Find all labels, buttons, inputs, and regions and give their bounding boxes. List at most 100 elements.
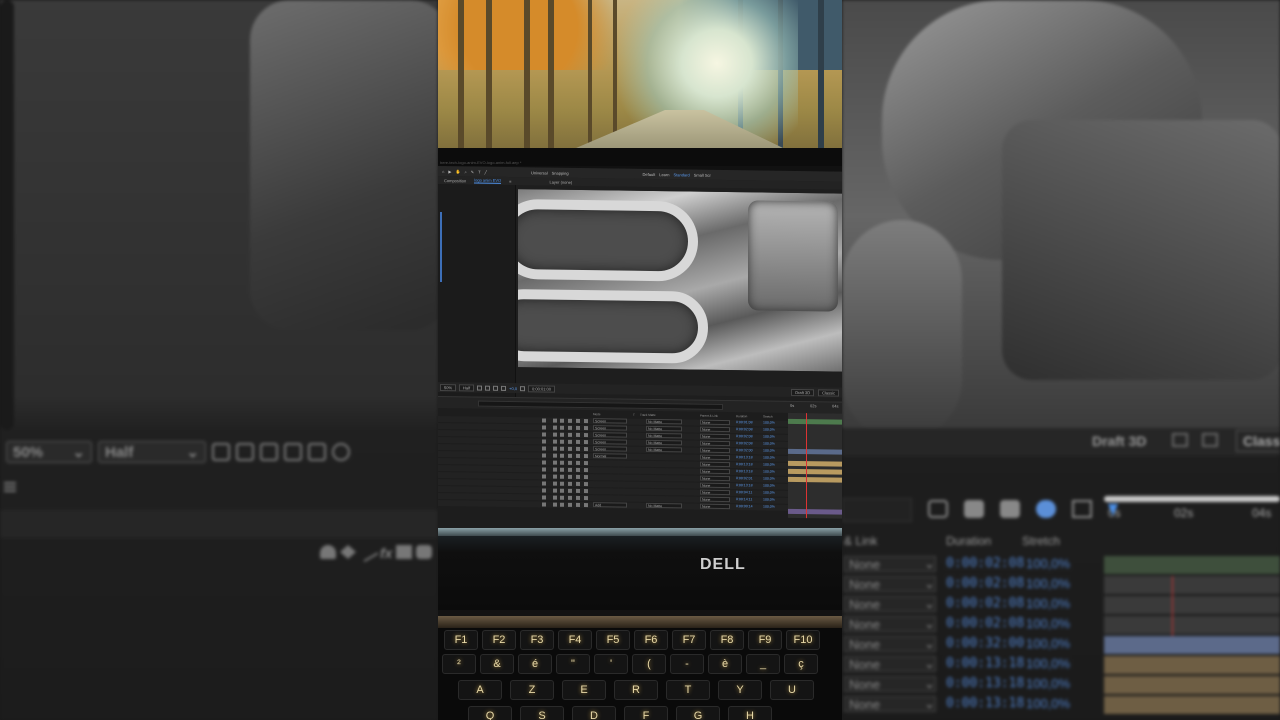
keyboard-key[interactable]: H [728,706,772,720]
keyboard-key[interactable]: E [562,680,606,700]
layer-stretch[interactable]: 100,0% [763,435,775,439]
text-tool-icon[interactable]: T [478,169,480,174]
shy-icon[interactable] [542,425,546,430]
3d-layer-icon[interactable] [584,475,588,480]
layer-duration[interactable]: 0:00:14:11 [736,497,752,501]
classic-renderer-select[interactable]: Classic [818,388,839,397]
motion-blur-icon[interactable] [576,418,580,423]
layer-stretch[interactable]: 100,0% [763,477,775,481]
lock-icon[interactable] [553,502,557,507]
layer-stretch[interactable]: 100,0% [763,463,775,467]
playhead[interactable] [806,413,807,519]
lock-icon[interactable] [553,432,557,437]
fx-icon[interactable] [568,425,572,430]
fx-icon[interactable] [568,446,572,451]
quality-icon[interactable] [560,418,564,423]
layer-duration[interactable]: 0:00:32:00 [736,448,753,452]
layer-mode-select[interactable]: Screen [593,418,627,424]
layer-stretch[interactable]: 100,0% [763,470,775,474]
hand-tool-icon[interactable]: ✋ [456,169,461,174]
motion-blur-icon[interactable] [576,474,580,479]
layer-mode-select[interactable]: Add [593,502,627,508]
quality-icon[interactable] [560,467,564,472]
layer-stretch[interactable]: 100,0% [763,484,775,488]
shy-icon[interactable] [542,453,546,458]
keyboard-key[interactable]: F3 [520,630,554,650]
3d-layer-icon[interactable] [584,447,588,452]
home-icon[interactable]: ⌂ [442,169,444,174]
layer-duration[interactable]: 0:00:00:14 [736,504,753,508]
zoom-select[interactable]: 50% [440,383,457,391]
parent-link-select[interactable]: None [700,433,730,440]
layer-stretch[interactable]: 100,0% [763,421,775,425]
fx-icon[interactable] [568,495,572,500]
layer-mode-select[interactable]: Screen [593,432,627,438]
parent-link-select[interactable]: None [700,447,730,454]
parent-link-select[interactable]: None [700,489,730,496]
layer-duration[interactable]: 0:00:13:18 [736,455,753,459]
fx-icon[interactable] [568,453,572,458]
current-time-field[interactable]: 0:00:01:00 [528,384,555,393]
3d-layer-icon[interactable] [584,454,588,459]
track-matte-select[interactable]: No Matte [646,432,682,439]
exposure-value[interactable]: +0,0 [509,385,517,390]
quality-icon[interactable] [560,432,564,437]
lock-icon[interactable] [553,481,557,486]
motion-blur-icon[interactable] [576,446,580,451]
fx-icon[interactable] [568,481,572,486]
grid-icon[interactable] [501,385,507,391]
quality-icon[interactable] [560,502,564,507]
fx-icon[interactable] [568,474,572,479]
camera-icon[interactable] [520,385,526,391]
keyboard-key[interactable]: R [614,680,658,700]
lock-icon[interactable] [553,488,557,493]
layer-stretch[interactable]: 100,0% [763,456,775,460]
layer-mode-select[interactable]: Normal [593,453,627,459]
workspace-universal[interactable]: Universal [531,170,548,175]
timeline-graph[interactable] [788,412,842,519]
fx-icon[interactable] [568,432,572,437]
3d-layer-icon[interactable] [584,419,588,424]
keyboard-key[interactable]: " [556,654,590,674]
fx-icon[interactable] [568,488,572,493]
workspace-snapping[interactable]: Snapping [552,170,569,175]
workspace-default[interactable]: Default [643,171,656,176]
parent-link-select[interactable]: None [700,503,730,510]
quality-icon[interactable] [560,460,564,465]
selection-tool-icon[interactable]: ▶ [448,169,451,174]
transparency-grid-icon[interactable] [485,385,491,391]
3d-layer-icon[interactable] [584,468,588,473]
parent-link-select[interactable]: None [700,461,730,468]
keyboard-key[interactable]: F2 [482,630,516,650]
shy-icon[interactable] [542,467,546,472]
motion-blur-icon[interactable] [576,432,580,437]
keyboard-key[interactable]: F9 [748,630,782,650]
fx-icon[interactable] [568,467,572,472]
keyboard-key[interactable]: F5 [596,630,630,650]
region-icon[interactable] [477,385,483,391]
parent-link-select[interactable]: None [700,454,730,461]
3d-layer-icon[interactable] [584,482,588,487]
motion-blur-icon[interactable] [576,488,580,493]
workspace-small-screen[interactable]: Small Scr [694,172,711,177]
keyboard-key[interactable]: G [676,706,720,720]
layer-duration[interactable]: 0:00:02:08 [736,434,753,438]
fx-icon[interactable] [568,439,572,444]
lock-icon[interactable] [553,453,557,458]
tab-composition[interactable]: Composition [444,178,466,183]
motion-blur-icon[interactable] [576,481,580,486]
quality-icon[interactable] [560,474,564,479]
timeline-search-input[interactable] [478,400,723,410]
layer-stretch[interactable]: 100,0% [763,498,775,502]
motion-blur-icon[interactable] [576,502,580,507]
parent-link-select[interactable]: None [700,419,730,426]
keyboard-key[interactable]: ç [784,654,818,674]
track-matte-select[interactable]: No Matte [646,425,682,432]
quality-icon[interactable] [560,439,564,444]
motion-blur-icon[interactable] [576,460,580,465]
motion-blur-icon[interactable] [576,453,580,458]
track-matte-select[interactable]: No Matte [646,502,682,509]
layer-stretch[interactable]: 100,0% [763,428,775,432]
keyboard-key[interactable]: F [624,706,668,720]
3d-layer-icon[interactable] [584,440,588,445]
